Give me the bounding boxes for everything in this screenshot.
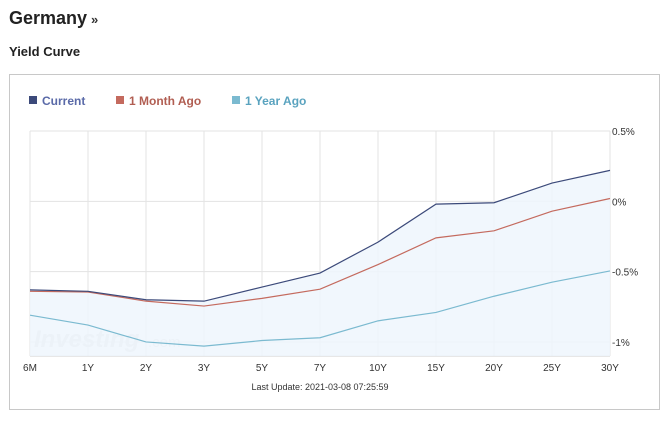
series-2-point[interactable] — [493, 230, 495, 232]
series-2-point[interactable] — [609, 197, 611, 199]
x-tick-label: 20Y — [485, 363, 503, 374]
series-1-point[interactable] — [551, 182, 553, 184]
x-tick-label: 30Y — [601, 363, 619, 374]
y-tick-label: 0% — [612, 197, 627, 208]
y-tick-label: -1% — [612, 338, 630, 349]
chart-svg: Current 1 Month Ago 1 Year Ago 0.5% 0% -0.5% -… — [23, 94, 638, 392]
series-1-point[interactable] — [145, 299, 147, 301]
title-arrow-icon[interactable]: » — [91, 12, 98, 27]
section-subtitle: Yield Curve — [9, 44, 81, 59]
x-tick-label: 2Y — [140, 363, 153, 374]
series-3-point[interactable] — [609, 270, 611, 272]
series-1-point[interactable] — [435, 203, 437, 205]
legend-swatch-1[interactable] — [29, 96, 37, 104]
series-2-point[interactable] — [203, 305, 205, 307]
x-tick-label: 7Y — [314, 363, 327, 374]
series-2-point[interactable] — [261, 297, 263, 299]
y-tick-label: 0.5% — [612, 127, 635, 138]
series-1-point[interactable] — [493, 202, 495, 204]
series-3-point[interactable] — [435, 311, 437, 313]
x-tick-label: 5Y — [256, 363, 269, 374]
y-tick-label: -0.5% — [612, 268, 638, 279]
series-2-point[interactable] — [319, 288, 321, 290]
legend-swatch-3[interactable] — [232, 96, 240, 104]
series-1-point[interactable] — [609, 169, 611, 171]
x-tick-label: 15Y — [427, 363, 445, 374]
country-title[interactable]: Germany — [9, 8, 87, 28]
legend-label-3[interactable]: 1 Year Ago — [245, 94, 306, 108]
legend-label-2[interactable]: 1 Month Ago — [129, 94, 201, 108]
series-1-point[interactable] — [29, 289, 31, 291]
series-2-point[interactable] — [435, 237, 437, 239]
series-3-point[interactable] — [145, 341, 147, 343]
legend-label-1[interactable]: Current — [42, 94, 85, 108]
series-3-point[interactable] — [551, 281, 553, 283]
yield-curve-chart: Current 1 Month Ago 1 Year Ago 0.5% 0% -0.5% -… — [9, 74, 660, 410]
last-update-text: Last Update: 2021-03-08 07:25:59 — [251, 382, 388, 392]
legend-swatch-2[interactable] — [116, 96, 124, 104]
series-1-point[interactable] — [377, 241, 379, 243]
series-1-point[interactable] — [87, 290, 89, 292]
series-2-point[interactable] — [551, 210, 553, 212]
series-1-point[interactable] — [261, 286, 263, 288]
series-3-point[interactable] — [261, 339, 263, 341]
x-tick-label: 25Y — [543, 363, 561, 374]
page-title: Germany » — [9, 8, 98, 29]
series-3-point[interactable] — [319, 337, 321, 339]
series-3-point[interactable] — [87, 324, 89, 326]
series-3-point[interactable] — [493, 295, 495, 297]
series-3-point[interactable] — [203, 345, 205, 347]
series-3-point[interactable] — [377, 320, 379, 322]
x-tick-label: 6M — [23, 363, 37, 374]
series-2-point[interactable] — [377, 263, 379, 265]
series-1-point[interactable] — [319, 272, 321, 274]
series-3-point[interactable] — [29, 314, 31, 316]
x-tick-label: 10Y — [369, 363, 387, 374]
x-tick-label: 3Y — [198, 363, 211, 374]
x-tick-label: 1Y — [82, 363, 95, 374]
series-1-point[interactable] — [203, 300, 205, 302]
